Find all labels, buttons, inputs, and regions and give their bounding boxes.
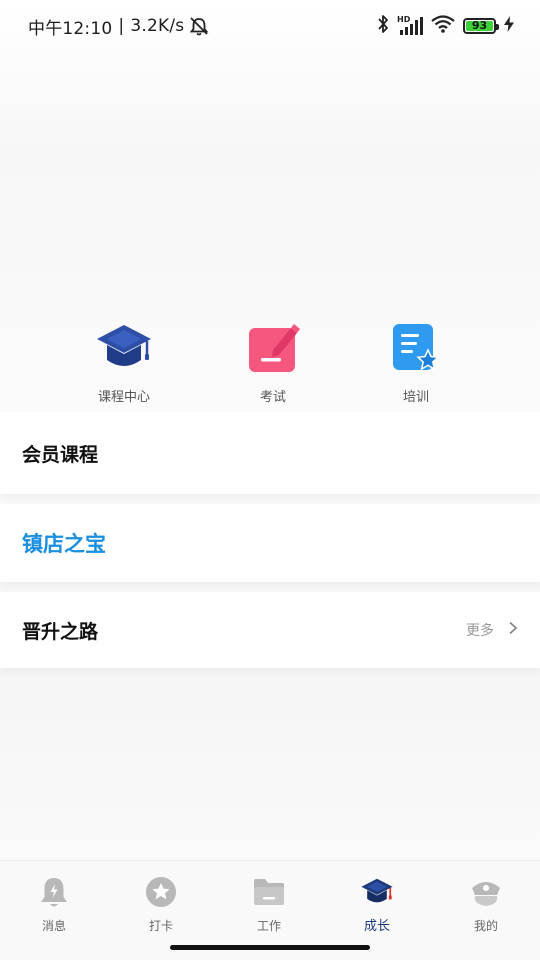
nav-label: 消息 <box>41 919 66 933</box>
promotion-path-card[interactable]: 晋升之路 更多 <box>0 592 540 668</box>
nav-label: 打卡 <box>148 919 173 933</box>
wifi-icon <box>431 15 455 37</box>
nav-checkin[interactable]: 打卡 <box>116 875 206 937</box>
bluetooth-icon <box>377 14 389 38</box>
app-screen: 中午12:10 | 3.2K/s HD 93 课程中心 考试 培训 会员课程 镇… <box>0 0 540 960</box>
graduation-cap-icon <box>359 875 395 909</box>
nav-mine[interactable]: 我的 <box>441 875 531 937</box>
nav-label: 工作 <box>256 919 281 933</box>
nav-growth[interactable]: 成长 <box>332 875 422 937</box>
status-time: 中午12:10 <box>28 18 113 39</box>
more-link[interactable]: 更多 <box>466 620 518 640</box>
more-label: 更多 <box>466 623 494 639</box>
status-bar: 中午12:10 | 3.2K/s HD 93 <box>0 0 540 52</box>
status-right: HD 93 <box>377 14 514 38</box>
entry-exam[interactable]: 考试 <box>218 318 328 410</box>
cell-signal-icon: HD <box>397 15 423 36</box>
graduation-cap-icon <box>94 318 154 378</box>
police-cap-icon <box>468 875 504 909</box>
star-badge-icon <box>143 875 179 909</box>
nav-work[interactable]: 工作 <box>224 875 314 937</box>
member-courses-card[interactable]: 会员课程 <box>0 412 540 494</box>
nav-label: 我的 <box>473 919 498 933</box>
charging-bolt-icon <box>504 16 514 36</box>
bell-icon <box>36 875 72 909</box>
chevron-right-icon <box>508 621 518 639</box>
entry-label: 培训 <box>402 390 429 405</box>
store-treasure-title: 镇店之宝 <box>22 532 106 556</box>
mute-bell-icon <box>188 16 210 36</box>
store-treasure-card[interactable]: 镇店之宝 <box>0 504 540 582</box>
member-courses-title: 会员课程 <box>22 443 99 466</box>
folder-icon <box>251 875 287 909</box>
quick-entry-row: 课程中心 考试 培训 <box>0 318 540 410</box>
entry-label: 考试 <box>259 390 286 405</box>
entry-training[interactable]: 培训 <box>361 318 471 410</box>
status-separator: | <box>118 16 125 36</box>
exam-pencil-icon <box>243 318 303 378</box>
nav-messages[interactable]: 消息 <box>9 875 99 937</box>
training-document-icon <box>386 318 446 378</box>
promotion-path-title: 晋升之路 <box>22 620 99 643</box>
entry-label: 课程中心 <box>97 390 150 405</box>
home-indicator[interactable] <box>170 945 370 950</box>
status-left: 中午12:10 | 3.2K/s <box>28 14 210 39</box>
network-speed: 3.2K/s <box>130 16 185 36</box>
entry-course-center[interactable]: 课程中心 <box>69 318 179 410</box>
battery-icon: 93 <box>463 18 499 34</box>
battery-level: 93 <box>466 20 493 31</box>
nav-label: 成长 <box>363 919 390 934</box>
